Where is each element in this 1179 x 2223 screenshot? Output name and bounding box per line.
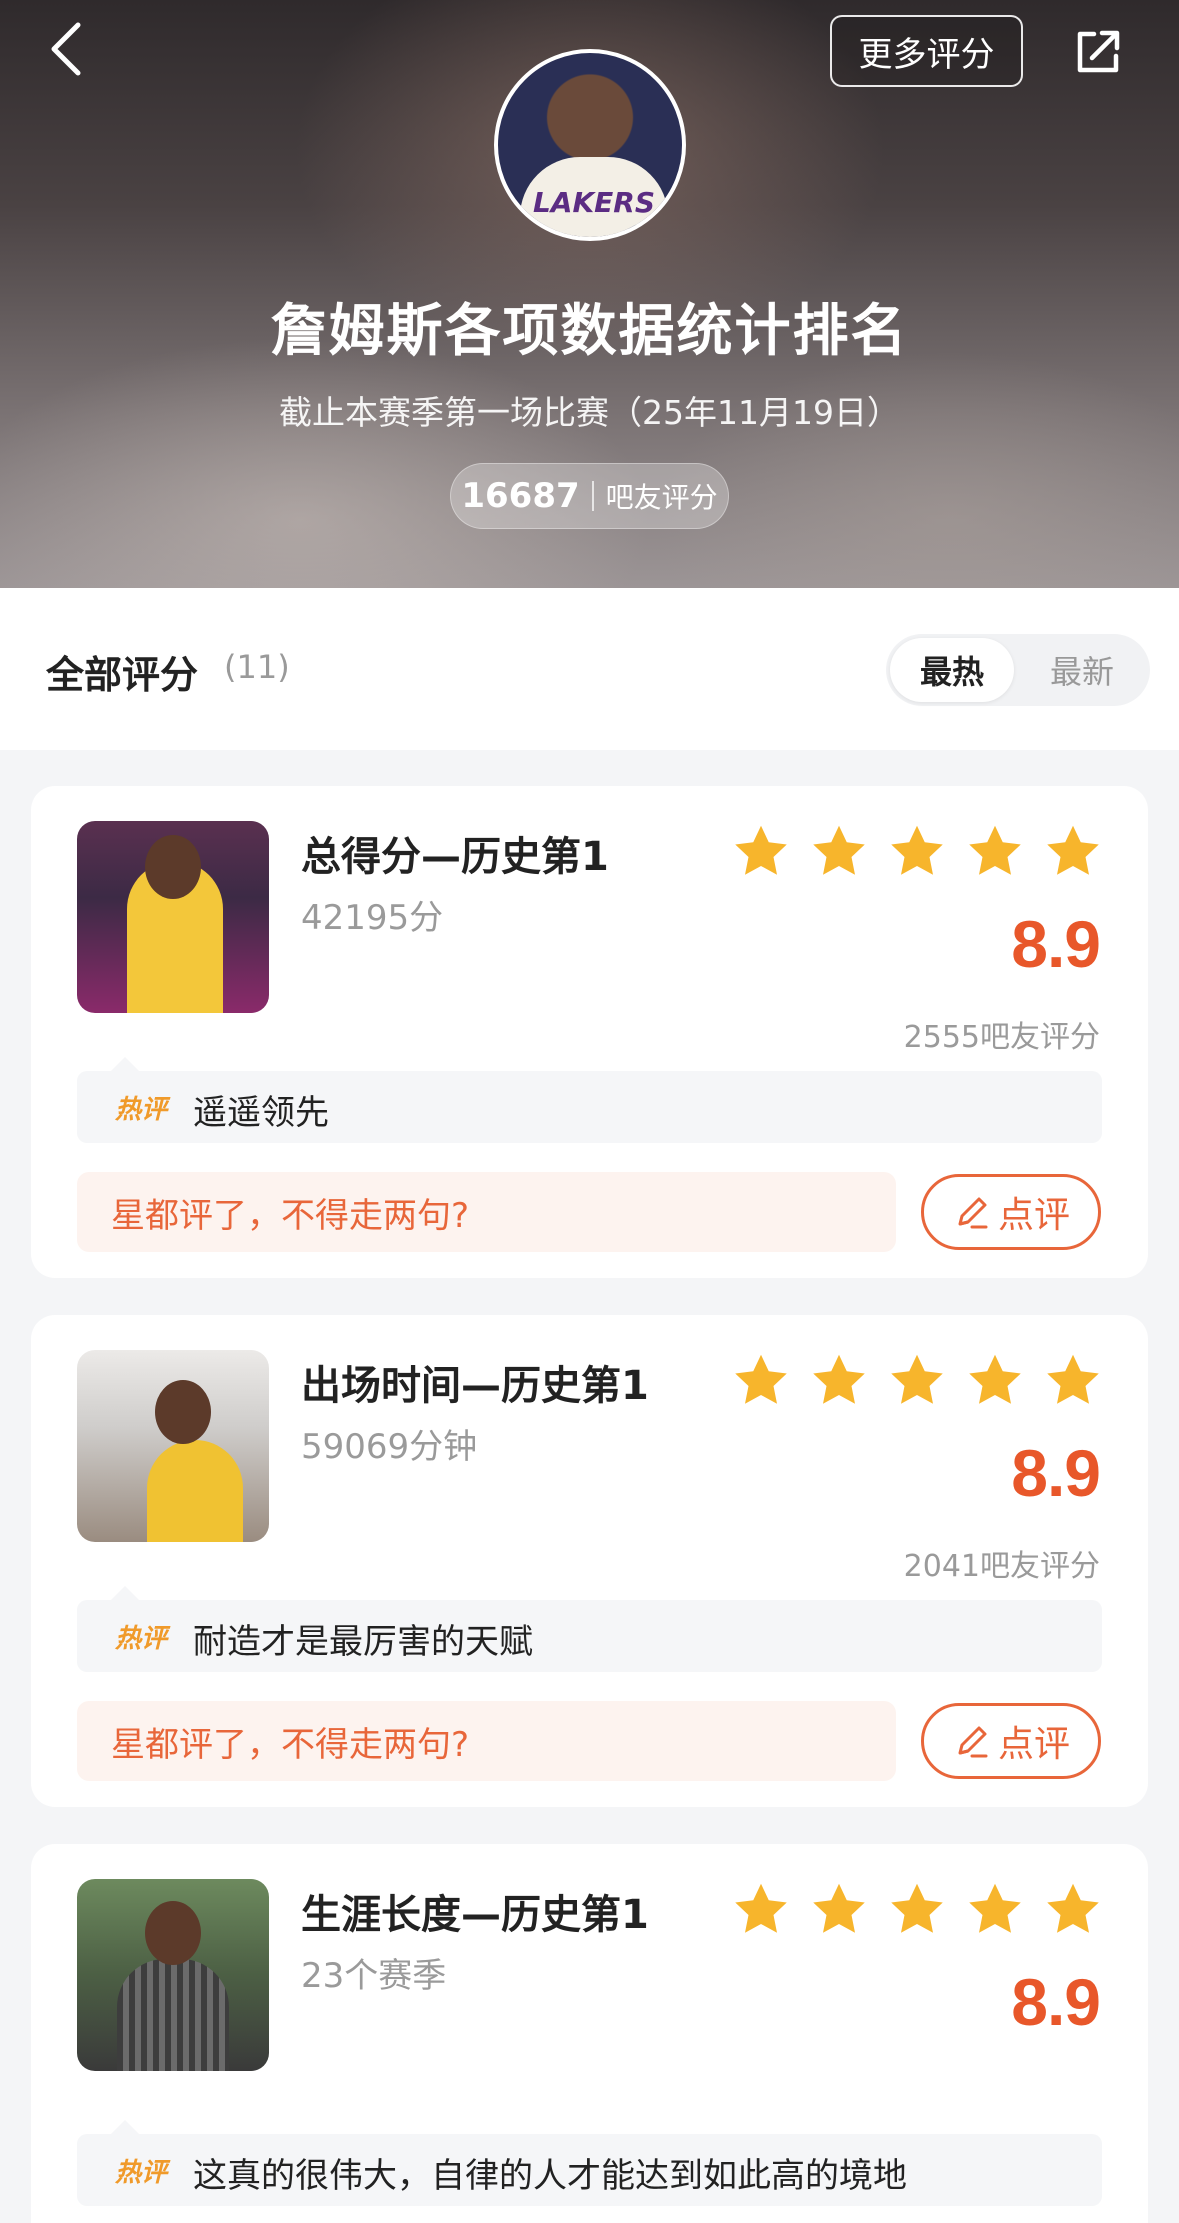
rating-card[interactable]: 生涯长度—历史第1 23个赛季 8.9 热评 这真的很伟大，自律的人才能达到如此… [31,1844,1148,2223]
card-title: 生涯长度—历史第1 [301,1892,649,1938]
sort-hot-tab[interactable]: 最热 [890,638,1014,702]
star-icon [813,825,865,875]
card-value: 59069分钟 [301,1427,478,1467]
card-rater-count: 2041吧友评分 [903,1549,1100,1584]
thumbnail-head [145,835,201,899]
star-rating [731,822,1103,882]
sort-new-tab[interactable]: 最新 [1018,638,1146,702]
total-rating-count: 16687 [461,476,580,516]
star-icon [891,1883,943,1933]
sort-toggle: 最热 最新 [886,634,1150,706]
card-value: 42195分 [301,898,444,938]
star-icon [813,1883,865,1933]
star-icon [813,1354,865,1404]
page-subtitle: 截止本赛季第一场比赛（25年11月19日） [279,393,900,432]
star-icon [891,1354,943,1404]
thumbnail-figure [117,1959,229,2071]
review-button[interactable]: 点评 [921,1703,1101,1779]
thumbnail-head [155,1380,211,1444]
share-icon [1077,30,1120,73]
card-thumbnail [77,1350,269,1542]
hot-comment-tag: 热评 [115,1095,168,1125]
card-score: 8.9 [1011,1965,1101,2039]
card-rater-count: 2555吧友评分 [903,1020,1100,1055]
section-count: (11) [224,648,290,686]
hot-comment-tag: 热评 [115,2158,168,2188]
star-rating [731,1880,1103,1940]
thumbnail-head [145,1901,201,1965]
star-icon [735,1883,787,1933]
card-title: 总得分—历史第1 [301,834,609,880]
card-thumbnail [77,821,269,1013]
hero-header: 更多评分 LAKERS 詹姆斯各项数据统计排名 截止本赛季第一场比赛（25年11… [0,0,1179,588]
star-icon [735,825,787,875]
hot-comment-tag: 热评 [115,1624,168,1654]
card-thumbnail [77,1879,269,2071]
card-score: 8.9 [1011,1436,1101,1510]
pencil-icon [958,1726,988,1758]
card-score: 8.9 [1011,907,1101,981]
pencil-icon [958,1197,988,1229]
star-icon [1047,1883,1099,1933]
avatar-jersey: LAKERS [520,157,668,237]
chevron-left-icon [51,22,81,76]
star-icon [969,825,1021,875]
total-rating-badge: 16687 吧友评分 [450,463,729,529]
hot-comment[interactable]: 热评 这真的很伟大，自律的人才能达到如此高的境地 [77,2120,1102,2206]
card-value: 23个赛季 [301,1956,447,1996]
hot-comment-text: 耐造才是最厉害的天赋 [193,1622,533,1662]
star-icon [1047,1354,1099,1404]
star-icon [969,1883,1021,1933]
review-button-label: 点评 [997,1724,1070,1765]
comment-prompt[interactable]: 星都评了，不得走两句? [77,1701,896,1781]
total-rating-label: 吧友评分 [605,481,718,514]
hot-comment-text: 遥遥领先 [193,1093,329,1133]
hot-comment[interactable]: 热评 耐造才是最厉害的天赋 [77,1586,1102,1672]
thumbnail-figure [147,1440,243,1542]
review-button[interactable]: 点评 [921,1174,1101,1250]
star-icon [735,1354,787,1404]
hot-comment-text: 这真的很伟大，自律的人才能达到如此高的境地 [193,2156,907,2196]
hot-comment[interactable]: 热评 遥遥领先 [77,1057,1102,1143]
review-button-label: 点评 [997,1195,1070,1236]
card-title: 出场时间—历史第1 [301,1363,649,1409]
page: 更多评分 LAKERS 詹姆斯各项数据统计排名 截止本赛季第一场比赛（25年11… [0,0,1179,2223]
rating-card[interactable]: 总得分—历史第1 42195分 8.9 2555吧友评分 热评 遥遥领先 星都评… [31,786,1148,1278]
rating-card[interactable]: 出场时间—历史第1 59069分钟 8.9 2041吧友评分 热评 耐造才是最厉… [31,1315,1148,1807]
player-avatar: LAKERS [494,49,686,241]
more-ratings-button[interactable]: 更多评分 [830,15,1023,87]
star-icon [1047,825,1099,875]
star-icon [891,825,943,875]
ratings-section-header: 全部评分 (11) 最热 最新 [0,588,1179,750]
comment-prompt[interactable]: 星都评了，不得走两句? [77,1172,896,1252]
page-title: 詹姆斯各项数据统计排名 [270,299,909,364]
share-button[interactable] [1066,20,1130,84]
pill-divider [591,481,594,511]
section-title: 全部评分 [46,653,199,697]
star-icon [969,1354,1021,1404]
star-rating [731,1351,1103,1411]
back-button[interactable] [38,22,92,76]
